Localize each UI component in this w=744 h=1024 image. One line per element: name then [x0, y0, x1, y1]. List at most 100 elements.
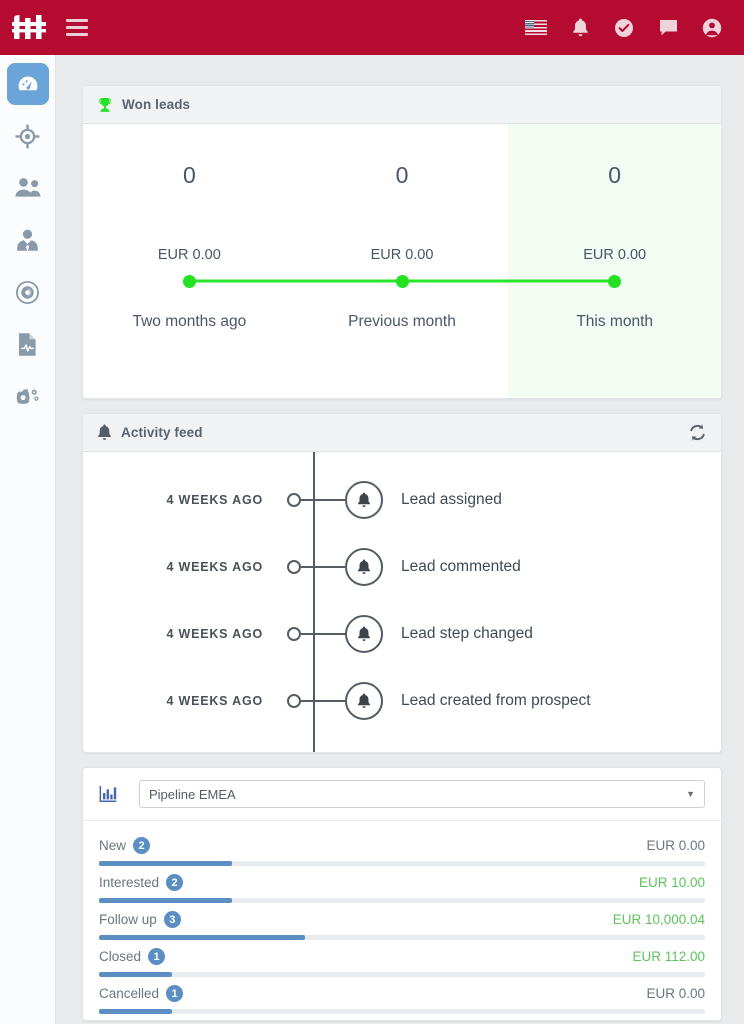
stage-progress-fill — [99, 935, 306, 940]
tasks-check-icon[interactable] — [612, 16, 636, 40]
activity-time: 4 WEEKS AGO — [166, 492, 263, 507]
won-period-label: Two months ago — [132, 313, 247, 330]
stage-value: EUR 10,000.04 — [612, 912, 705, 927]
sidebar-item-dashboard[interactable] — [6, 63, 49, 105]
pipeline-selected-value: Pipeline EMEA — [149, 786, 236, 802]
won-amount: EUR 0.00 — [157, 247, 221, 263]
won-period-label: Previous month — [348, 313, 456, 330]
timeline-line — [189, 279, 296, 283]
trophy-icon — [99, 97, 111, 112]
top-bar — [0, 0, 744, 55]
activity-text: Lead assigned — [401, 490, 502, 508]
activity-feed-list: 4 WEEKS AGO Lead assigned 4 WEEKS AGO Le… — [83, 452, 721, 752]
refresh-sync-icon[interactable] — [688, 423, 707, 442]
pipeline-stages: New 2 EUR 0.00 Interested 2 EUR 10.00 Fo… — [83, 821, 721, 1020]
chat-bubble-glyph — [659, 19, 677, 35]
stage-count-badge: 2 — [133, 837, 151, 854]
pipeline-select[interactable]: Pipeline EMEA ▼ — [139, 780, 705, 808]
sidebar-item-campaigns[interactable] — [7, 271, 49, 313]
stage-name: Follow up — [99, 912, 157, 927]
stage-name: Closed — [99, 949, 142, 964]
activity-text: Lead step changed — [401, 624, 533, 642]
notifications-bell-icon[interactable] — [568, 16, 592, 40]
activity-feed-card: Activity feed 4 WEEKS AGO Lead assigned … — [82, 413, 722, 753]
stage-header: Cancelled 1 EUR 0.00 — [99, 985, 705, 1002]
won-amount: EUR 0.00 — [370, 247, 434, 263]
stage-name: Interested — [99, 875, 160, 890]
pipeline-stage-row[interactable]: New 2 EUR 0.00 — [99, 829, 705, 866]
won-leads-card: Won leads 0 EUR 0.00 Two months ago 0 EU… — [82, 85, 722, 399]
timeline-dot — [608, 274, 622, 288]
won-leads-column: 0 EUR 0.00 Two months ago — [83, 124, 296, 398]
timeline-node — [287, 559, 301, 574]
person-tie-icon — [17, 229, 38, 252]
pipeline-stage-row[interactable]: Interested 2 EUR 10.00 — [99, 866, 705, 903]
activity-feed-title: Activity feed — [121, 425, 203, 440]
flag-canton — [525, 20, 534, 28]
crosshair-target-icon — [15, 124, 40, 148]
hamburger-line — [66, 19, 88, 22]
sidebar-item-reports[interactable] — [7, 323, 49, 365]
stage-name: Cancelled — [99, 986, 160, 1001]
pipeline-card: Pipeline EMEA ▼ New 2 EUR 0.00 Intereste… — [82, 767, 722, 1021]
stage-header: Interested 2 EUR 10.00 — [99, 874, 705, 891]
gears-settings-icon — [16, 388, 39, 404]
hamburger-line — [66, 33, 88, 36]
activity-item[interactable]: 4 WEEKS AGO Lead created from prospect — [83, 667, 721, 734]
stage-progress-track — [99, 898, 705, 903]
circle-target-icon — [15, 280, 40, 304]
won-leads-column: 0 EUR 0.00 Previous month — [295, 124, 509, 398]
timeline-line — [508, 279, 615, 283]
timeline-node — [287, 626, 301, 641]
activity-bell-icon — [345, 614, 383, 653]
pipeline-stage-row[interactable]: Closed 1 EUR 112.00 — [99, 940, 705, 977]
won-leads-column-current: 0 EUR 0.00 This month — [508, 124, 722, 398]
sidebar-item-targets[interactable] — [7, 115, 49, 157]
language-flag-icon[interactable] — [524, 16, 548, 40]
timeline-node — [287, 693, 301, 708]
stage-header: New 2 EUR 0.00 — [99, 837, 705, 854]
activity-text: Lead commented — [401, 557, 521, 575]
timeline-node — [287, 492, 301, 507]
pipeline-stage-row[interactable]: Follow up 3 EUR 10,000.04 — [99, 903, 705, 940]
stage-progress-fill — [99, 972, 172, 977]
stage-count-badge: 1 — [148, 948, 166, 965]
sidebar-item-settings[interactable] — [7, 375, 49, 417]
activity-time: 4 WEEKS AGO — [166, 626, 263, 641]
activity-item[interactable]: 4 WEEKS AGO Lead step changed — [83, 600, 721, 667]
menu-toggle-button[interactable] — [64, 15, 90, 40]
activity-item[interactable]: 4 WEEKS AGO Lead assigned — [83, 466, 721, 533]
account-user-icon[interactable] — [700, 16, 724, 40]
stage-name: New — [99, 838, 127, 853]
users-group-icon — [14, 178, 40, 197]
activity-bell-icon — [345, 681, 383, 720]
check-circle-glyph — [615, 18, 633, 37]
won-timeline-point — [508, 263, 721, 299]
sidebar-item-leads[interactable] — [7, 167, 49, 209]
pipeline-stage-row[interactable]: Cancelled 1 EUR 0.00 — [99, 977, 705, 1014]
document-chart-icon — [19, 332, 36, 356]
app-logo[interactable] — [0, 14, 58, 41]
stage-progress-track — [99, 1009, 705, 1014]
activity-time: 4 WEEKS AGO — [166, 559, 263, 574]
hamburger-line — [66, 26, 88, 29]
won-timeline-point — [83, 263, 296, 299]
company-logo-icon — [12, 14, 46, 39]
pipeline-header: Pipeline EMEA ▼ — [83, 768, 721, 821]
stage-count-badge: 3 — [163, 911, 181, 928]
won-period-label: This month — [576, 313, 654, 330]
won-leads-columns: 0 EUR 0.00 Two months ago 0 EUR 0.00 Pre… — [83, 124, 722, 398]
activity-item[interactable]: 4 WEEKS AGO Lead commented — [83, 533, 721, 600]
stage-header: Follow up 3 EUR 10,000.04 — [99, 911, 705, 928]
main-content: Won leads 0 EUR 0.00 Two months ago 0 EU… — [56, 55, 744, 1024]
timeline-connector — [301, 699, 345, 702]
bell-glyph — [358, 558, 370, 574]
won-leads-header: Won leads — [83, 86, 721, 124]
activity-text: Lead created from prospect — [401, 691, 591, 709]
stage-header: Closed 1 EUR 112.00 — [99, 948, 705, 965]
timeline-connector — [301, 565, 345, 568]
bar-chart-icon[interactable] — [99, 785, 117, 803]
messages-chat-icon[interactable] — [656, 16, 680, 40]
stage-progress-fill — [99, 1009, 172, 1014]
sidebar-item-contacts[interactable] — [7, 219, 49, 261]
